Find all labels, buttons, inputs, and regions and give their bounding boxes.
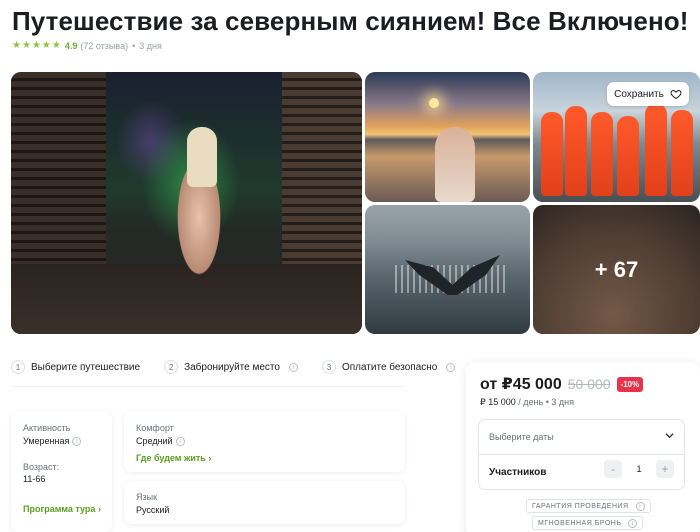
rating-row: ★ ★ ★ ★ ★ 4.9 (72 отзыва) • 3 дня — [12, 41, 162, 52]
info-icon[interactable]: i — [446, 362, 456, 372]
per-day-suffix: / день — [518, 397, 544, 407]
page-title: Путешествие за северным сиянием! Все Вкл… — [12, 6, 689, 36]
step-2: 2 Забронируйте место i — [164, 360, 298, 374]
star-icon: ★ — [12, 40, 21, 51]
language-label: Язык — [136, 492, 158, 502]
activity-value: Умеренная i — [23, 436, 82, 446]
step-3: 3 Оплатите безопасно i — [321, 360, 456, 374]
activity-value-text: Умеренная — [23, 436, 70, 446]
step-label: Оплатите безопасно — [341, 361, 438, 373]
booking-steps: 1 Выберите путешествие 2 Забронируйте ме… — [11, 360, 456, 374]
date-select-placeholder: Выберите даты — [489, 432, 554, 442]
heart-icon — [670, 89, 682, 100]
participants-label: Участников — [489, 467, 547, 478]
duration: 3 дня — [139, 41, 162, 51]
stay-link-text: Где будем жить — [136, 453, 206, 463]
step-label: Выберите путешествие — [31, 361, 141, 373]
star-icon: ★ — [21, 40, 31, 51]
photo-whale-tail[interactable] — [365, 205, 530, 334]
more-photos-count[interactable]: + 67 — [533, 257, 700, 283]
per-day-price: ₽ 15 000 / день • 3 дня — [480, 397, 574, 408]
price: от ₽45 000 — [480, 376, 562, 393]
per-day-amount: ₽ 15 000 — [480, 397, 516, 407]
chevron-right-icon: › — [97, 504, 101, 514]
step-number: 3 — [321, 360, 336, 374]
language-value: Русский — [136, 505, 170, 515]
save-label: Сохранить — [614, 88, 664, 100]
age-value: 11-66 — [23, 474, 46, 484]
program-link-text: Программа тура — [23, 504, 96, 514]
instant-text: МГНОВЕННАЯ БРОНЬ — [538, 519, 622, 527]
photo-main-aurora[interactable] — [11, 72, 362, 334]
info-icon[interactable]: i — [175, 436, 185, 446]
card-activity: Активность Умеренная i Возраст: 11-66 Пр… — [11, 411, 112, 532]
card-language: Язык Русский — [124, 481, 405, 524]
guarantee-text: ГАРАНТИЯ ПРОВЕДЕНИЯ — [532, 502, 629, 510]
instant-booking-badge: МГНОВЕННАЯ БРОНЬ i — [532, 516, 644, 530]
info-icon[interactable]: i — [72, 436, 82, 446]
activity-label: Активность — [23, 423, 71, 433]
comfort-label: Комфорт — [136, 423, 174, 433]
old-price: 50 000 — [567, 376, 611, 392]
save-button[interactable]: Сохранить — [607, 82, 689, 106]
participants-count[interactable]: 1 — [632, 464, 646, 474]
photo-sunset[interactable] — [365, 72, 530, 202]
star-icon: ★ — [31, 40, 41, 51]
info-icon[interactable]: i — [635, 501, 645, 511]
info-icon[interactable]: i — [288, 362, 298, 372]
booking-panel: от ₽45 000 50 000 -10% ₽ 15 000 / день •… — [466, 362, 700, 532]
comfort-value-text: Средний — [136, 436, 173, 446]
age-label: Возраст: — [23, 462, 60, 472]
participants-stepper: - 1 + — [604, 460, 674, 478]
step-label: Забронируйте место — [184, 361, 280, 373]
separator-dot: • — [132, 41, 136, 51]
step-number: 2 — [164, 360, 179, 374]
rating-stars: ★ ★ ★ ★ ★ — [12, 41, 61, 51]
reviews-link[interactable]: (72 отзыва) — [80, 41, 128, 51]
chevron-right-icon: › — [208, 453, 212, 463]
program-link[interactable]: Программа тура › — [23, 504, 101, 514]
stay-link[interactable]: Где будем жить › — [136, 453, 211, 463]
comfort-value: Средний i — [136, 436, 185, 446]
rating-value: 4.9 — [64, 41, 78, 51]
star-icon: ★ — [41, 40, 51, 51]
photo-gallery: + 67 — [11, 72, 700, 335]
divider — [479, 454, 684, 455]
star-icon: ★ — [51, 40, 61, 51]
increment-button[interactable]: + — [656, 460, 674, 478]
date-select[interactable]: Выберите даты — [479, 420, 684, 454]
guarantee-badge: ГАРАНТИЯ ПРОВЕДЕНИЯ i — [526, 499, 651, 513]
card-comfort: Комфорт Средний i Где будем жить › — [124, 411, 405, 472]
chevron-down-icon — [665, 433, 674, 439]
booking-picker: Выберите даты Участников - 1 + — [478, 419, 685, 490]
divider — [11, 386, 405, 387]
info-icon[interactable]: i — [628, 518, 638, 528]
photo-more[interactable]: + 67 — [533, 205, 700, 334]
step-number: 1 — [11, 360, 25, 374]
booking-days: 3 дня — [551, 397, 574, 407]
discount-badge: -10% — [616, 376, 644, 392]
price-row: от ₽45 000 50 000 -10% — [480, 374, 644, 394]
decrement-button[interactable]: - — [604, 460, 622, 478]
step-1: 1 Выберите путешествие — [11, 360, 140, 374]
